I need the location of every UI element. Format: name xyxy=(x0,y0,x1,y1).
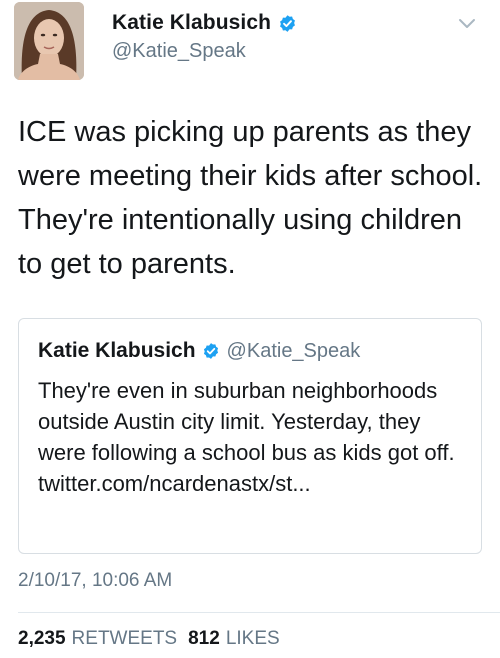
verified-badge-icon xyxy=(203,343,218,359)
verified-badge-icon xyxy=(280,14,295,32)
tweet-timestamp[interactable]: 2/10/17, 10:06 AM xyxy=(18,570,172,592)
author-display-name[interactable]: Katie Klabusich xyxy=(112,11,271,35)
tweet-stats: 2,235 RETWEETS 812 LIKES xyxy=(18,628,280,650)
retweets-label: RETWEETS xyxy=(71,628,178,649)
author-handle[interactable]: @Katie_Speak xyxy=(112,40,246,63)
divider xyxy=(18,612,500,613)
retweets-count: 2,235 xyxy=(18,628,66,649)
avatar[interactable] xyxy=(14,2,84,80)
author-name-row[interactable]: Katie Klabusich xyxy=(112,11,297,35)
quoted-tweet-card[interactable]: Katie Klabusich @Katie_Speak They're eve… xyxy=(18,318,482,554)
quoted-tweet-text: They're even in suburban neighborhoods o… xyxy=(38,378,455,496)
quoted-author-row: Katie Klabusich @Katie_Speak xyxy=(38,339,360,363)
tweet-header: Katie Klabusich @Katie_Speak xyxy=(0,0,500,90)
retweets-stat[interactable]: 2,235 RETWEETS xyxy=(18,628,177,649)
likes-stat[interactable]: 812 LIKES xyxy=(188,628,280,649)
quoted-author-handle: @Katie_Speak xyxy=(226,339,361,362)
likes-label: LIKES xyxy=(225,628,280,649)
quoted-author-display-name: Katie Klabusich xyxy=(38,339,196,362)
avatar-image xyxy=(14,2,84,80)
likes-count: 812 xyxy=(188,628,220,649)
chevron-down-icon[interactable] xyxy=(456,14,478,32)
tweet-text: ICE was picking up parents as they were … xyxy=(18,116,483,280)
